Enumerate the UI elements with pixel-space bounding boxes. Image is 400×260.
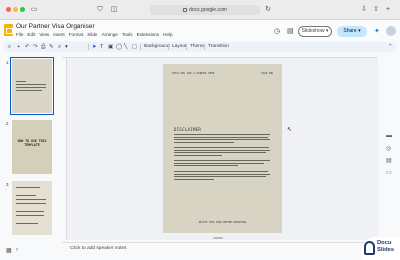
history-icon[interactable]: ◷ [274, 27, 280, 35]
keep-icon[interactable]: ▬ [386, 133, 392, 139]
menu-bar: File Edit View Insert Format Slide Arrange Tool… [16, 32, 177, 37]
tasks-icon[interactable]: ◎ [386, 145, 391, 152]
new-tab-icon[interactable]: + [384, 6, 392, 14]
select-tool-icon[interactable]: ➤ [92, 43, 97, 51]
window-minimize-button[interactable] [13, 7, 18, 12]
grid-view-icon[interactable]: ▦ [6, 247, 12, 254]
menu-file[interactable]: File [16, 32, 23, 37]
slide-footer: DELETE THIS PAGE BEFORE EXPORTING [198, 221, 247, 224]
menu-tools[interactable]: Tools [122, 32, 133, 37]
toolbar-divider [204, 44, 205, 50]
body-paragraph[interactable] [174, 134, 270, 144]
menu-arrange[interactable]: Arrange [101, 32, 117, 37]
toolbar-divider [140, 44, 141, 50]
gemini-icon[interactable]: ✦ [374, 27, 380, 35]
thumbnail-title: HOW TO USE THIS TEMPLATE [17, 139, 47, 147]
collapse-filmstrip-icon[interactable]: ‹ [16, 247, 18, 253]
slide-thumbnail[interactable]: HOW TO USE THIS TEMPLATE [12, 120, 52, 174]
line-icon[interactable]: ╲ [124, 43, 127, 51]
slide-page[interactable]: SPELLING AND A WONDER HERE PAGE TWO DISC… [163, 64, 282, 233]
menu-extensions[interactable]: Extensions [137, 32, 159, 37]
slideshow-label: Slideshow [301, 28, 325, 34]
notes-resize-handle[interactable] [213, 237, 223, 239]
window-close-button[interactable] [6, 7, 11, 12]
comment-icon[interactable]: ▤ [287, 27, 294, 35]
slides-logo-icon[interactable] [4, 24, 13, 36]
theme-button[interactable]: Theme [190, 44, 205, 49]
document-title[interactable]: Our Partner Visa Organiser [16, 23, 95, 30]
toolbar-divider [88, 44, 89, 50]
toolbar-divider [168, 44, 169, 50]
vertical-ruler [62, 58, 67, 240]
shape-icon[interactable]: ◯ [116, 43, 122, 51]
toolbar-divider [186, 44, 187, 50]
menu-edit[interactable]: Edit [27, 32, 35, 37]
brand-line-1: Docu [377, 240, 392, 246]
brand-line-2: Slides [377, 246, 395, 253]
address-bar[interactable]: docs.google.com [150, 5, 260, 15]
speaker-notes-placeholder[interactable]: Click to add speaker notes [70, 246, 127, 251]
maps-icon[interactable]: ▭ [386, 169, 392, 176]
paint-format-icon[interactable]: ✎ [49, 43, 54, 51]
chevron-up-icon[interactable]: ⌃ [388, 43, 393, 51]
slide-header-right: PAGE TWO [261, 72, 273, 75]
reload-icon[interactable]: ↻ [264, 6, 272, 14]
avatar[interactable] [386, 26, 396, 36]
slide-thumbnail[interactable] [10, 57, 54, 115]
slide-number: 3 [6, 182, 9, 187]
slide-header-left: SPELLING AND A WONDER HERE [172, 72, 215, 75]
contacts-icon[interactable]: ▤ [386, 157, 392, 164]
print-icon[interactable]: ⎙ [41, 43, 45, 51]
menu-slide[interactable]: Slide [87, 32, 97, 37]
body-paragraph[interactable] [174, 147, 270, 157]
zoom-icon[interactable]: ⌕ [58, 43, 61, 51]
star-icon[interactable]: ☆ [76, 23, 81, 30]
lock-icon [183, 7, 188, 12]
url-text: docs.google.com [189, 7, 227, 13]
window-zoom-button[interactable] [20, 7, 25, 12]
slide-heading[interactable]: DISCLAIMER [174, 127, 201, 132]
comment-add-icon[interactable]: ▢ [132, 43, 137, 51]
shield-icon[interactable]: ⛉ [96, 6, 104, 14]
share-button[interactable]: Share ▾ [337, 26, 367, 37]
zoom-dropdown-icon[interactable]: ▾ [65, 43, 68, 51]
body-paragraph[interactable] [174, 171, 270, 181]
redo-icon[interactable]: ↷ [33, 43, 38, 51]
download-icon[interactable]: ⇩ [360, 6, 368, 14]
layout-button[interactable]: Layout [172, 44, 186, 49]
text-box-icon[interactable]: T [100, 43, 103, 51]
slide-number: 1 [6, 60, 9, 65]
share-page-icon[interactable]: ⇧ [372, 6, 380, 14]
slide-number: 2 [6, 121, 9, 126]
slideshow-button[interactable]: Slideshow ▾ [298, 26, 332, 37]
menu-insert[interactable]: Insert [53, 32, 65, 37]
add-slide-icon[interactable]: + [17, 43, 20, 51]
transition-button[interactable]: Transition [208, 44, 229, 49]
search-menus-icon[interactable]: ⌕ [8, 43, 11, 51]
brand-text: Docu Slides [377, 240, 394, 253]
brand-logo-icon [364, 241, 375, 255]
menu-format[interactable]: Format [69, 32, 84, 37]
sidebar-toggle-icon[interactable]: ▭ [30, 6, 38, 14]
body-paragraph[interactable] [174, 160, 270, 168]
slide-thumbnail[interactable] [12, 181, 52, 235]
extension-icon[interactable]: ◫ [110, 6, 118, 14]
image-icon[interactable]: ▣ [108, 43, 113, 51]
mouse-cursor-icon: ↖ [287, 127, 293, 133]
menu-help[interactable]: Help [163, 32, 172, 37]
undo-icon[interactable]: ↶ [25, 43, 30, 51]
horizontal-ruler [62, 53, 378, 58]
app-window: ▭ ⛉ ◫ docs.google.com ↻ ⇩ ⇧ + Our Partne… [0, 0, 400, 260]
menu-view[interactable]: View [39, 32, 49, 37]
background-button[interactable]: Background [144, 44, 170, 49]
share-label: Share [343, 28, 357, 34]
